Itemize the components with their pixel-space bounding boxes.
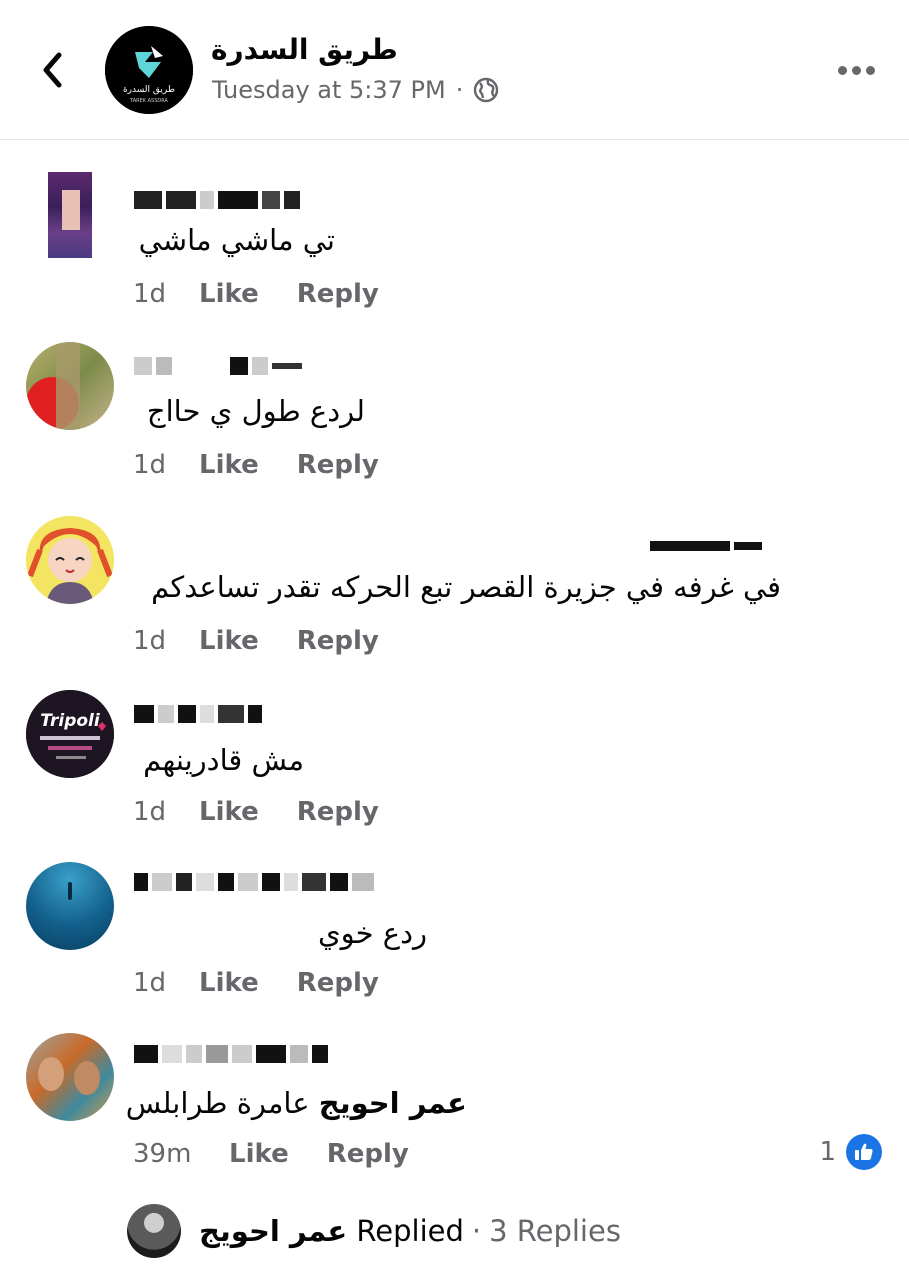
reply-button[interactable]: Reply	[297, 279, 379, 309]
like-button[interactable]: Like	[199, 797, 259, 827]
commenter-name-redacted[interactable]	[134, 1040, 332, 1068]
comment-time[interactable]: 1d	[133, 797, 199, 827]
comment-actions: 1d Like Reply	[133, 797, 417, 827]
commenter-avatar[interactable]	[26, 342, 114, 430]
like-count-number: 1	[819, 1137, 836, 1167]
commenter-avatar[interactable]: Tripoli	[26, 690, 114, 778]
page-logo: طريق السدرة TAREK ASSDRA	[105, 26, 193, 114]
commenter-avatar[interactable]	[26, 862, 114, 950]
commenter-name-redacted[interactable]	[134, 868, 378, 896]
comment-text: تي ماشي ماشي	[138, 223, 335, 257]
like-button[interactable]: Like	[199, 626, 259, 656]
like-button[interactable]: Like	[229, 1139, 289, 1169]
comment-time[interactable]: 1d	[133, 626, 199, 656]
globe-icon	[474, 77, 499, 103]
commenter-name-redacted[interactable]	[134, 186, 304, 214]
reaction-count[interactable]: 1	[819, 1134, 882, 1170]
like-button[interactable]: Like	[199, 968, 259, 998]
commenter-avatar[interactable]	[26, 1033, 114, 1121]
comment-actions: 1d Like Reply	[133, 279, 417, 309]
logo-text-ar: طريق السدرة	[123, 85, 175, 95]
commenter-avatar[interactable]	[48, 172, 92, 258]
comment-time[interactable]: 1d	[133, 968, 199, 998]
post-header: طريق السدرة TAREK ASSDRA طريق السدرة Tue…	[0, 0, 909, 140]
more-options-button[interactable]	[831, 50, 881, 90]
reply-button[interactable]: Reply	[297, 626, 379, 656]
commenter-name-redacted[interactable]	[134, 352, 306, 380]
dot-icon	[837, 65, 847, 75]
replied-label: Replied	[356, 1214, 464, 1248]
avatar-text: Tripoli	[40, 711, 101, 731]
comment-text: ردع خوي	[317, 916, 427, 950]
comment-actions: 1d Like Reply	[133, 968, 417, 998]
like-button[interactable]: Like	[199, 450, 259, 480]
comment-actions: 39m Like Reply	[133, 1139, 447, 1169]
dot-icon	[865, 65, 875, 75]
cartoon-avatar	[26, 516, 114, 604]
comment-time[interactable]: 1d	[133, 450, 199, 480]
commenter-avatar[interactable]	[26, 516, 114, 604]
comment-text-rest: عامرة طرابلس	[125, 1086, 319, 1120]
tripoli-avatar: Tripoli	[26, 690, 114, 778]
commenter-name-redacted[interactable]	[134, 700, 266, 728]
reply-button[interactable]: Reply	[297, 450, 379, 480]
reply-button[interactable]: Reply	[327, 1139, 409, 1169]
comment-text: في غرفه في جزيرة القصر تبع الحركه تقدر ت…	[151, 570, 781, 604]
comment-text: مش قادرينهم	[143, 743, 304, 777]
page-avatar[interactable]: طريق السدرة TAREK ASSDRA	[105, 26, 193, 114]
thumbs-up-icon	[846, 1134, 882, 1170]
post-timestamp[interactable]: Tuesday at 5:37 PM	[212, 76, 446, 104]
page-name[interactable]: طريق السدرة	[211, 33, 398, 66]
comment-time[interactable]: 1d	[133, 279, 199, 309]
meta-separator: ·	[455, 76, 464, 104]
comment-text: عمر احويج عامرة طرابلس	[126, 1086, 467, 1120]
like-button[interactable]: Like	[199, 279, 259, 309]
replier-name: عمر احويج	[199, 1214, 348, 1248]
logo-text-en: TAREK ASSDRA	[129, 98, 168, 104]
mentioned-name[interactable]: عمر احويج	[319, 1086, 467, 1120]
reply-button[interactable]: Reply	[297, 797, 379, 827]
comment-actions: 1d Like Reply	[133, 626, 417, 656]
comment-time[interactable]: 39m	[133, 1139, 229, 1169]
commenter-name-redacted[interactable]	[650, 532, 766, 560]
back-button[interactable]	[30, 48, 74, 92]
chevron-left-icon	[43, 52, 62, 88]
dot-icon	[851, 65, 861, 75]
post-meta: Tuesday at 5:37 PM ·	[212, 76, 499, 104]
view-replies[interactable]: عمر احويج Replied · 3 Replies	[127, 1204, 621, 1258]
replies-separator: ·	[471, 1214, 482, 1248]
comment-text: لردع طول ي حااج	[146, 394, 365, 428]
comment-actions: 1d Like Reply	[133, 450, 417, 480]
reply-button[interactable]: Reply	[297, 968, 379, 998]
replies-label: عمر احويج Replied	[199, 1214, 464, 1248]
replier-avatar	[127, 1204, 181, 1258]
replies-count: 3 Replies	[489, 1214, 621, 1248]
